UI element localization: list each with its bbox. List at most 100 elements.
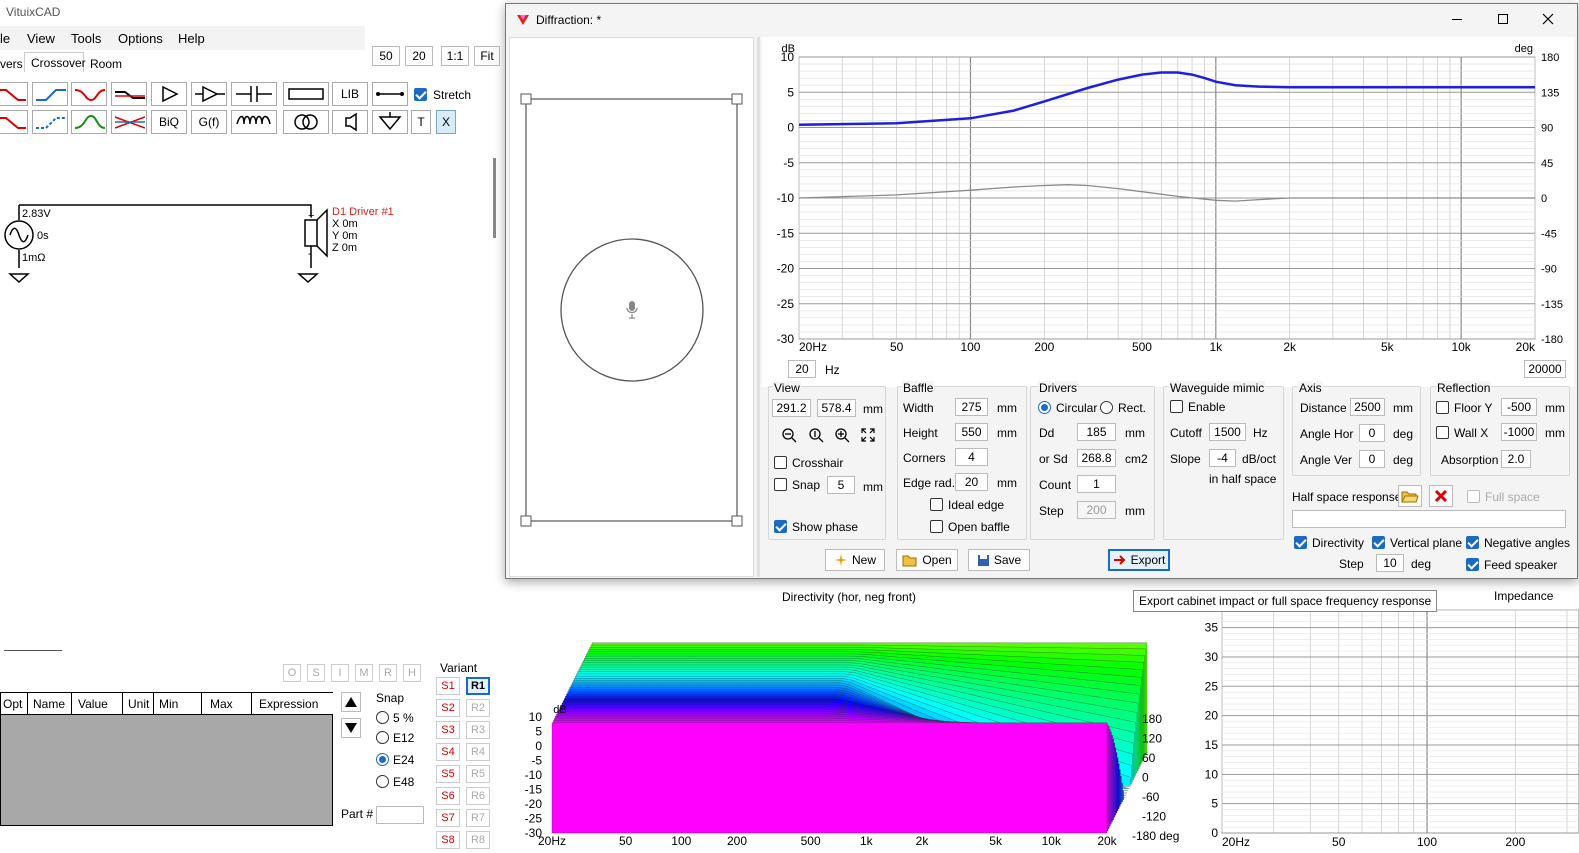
text-tool[interactable]: T — [411, 110, 431, 134]
notch-filter-tool[interactable] — [71, 110, 107, 134]
opt-m-button[interactable]: M — [355, 664, 373, 682]
x-tool[interactable]: X — [436, 110, 456, 134]
snap-5pct-radio[interactable] — [376, 711, 389, 724]
hp-filter-tool[interactable] — [0, 82, 28, 106]
dialog-titlebar[interactable]: Diffraction: * — [506, 4, 1577, 35]
column-header[interactable]: Max — [202, 693, 252, 714]
menu-options[interactable]: Options — [118, 31, 163, 46]
wall-input[interactable]: -1000 — [1501, 423, 1537, 441]
distance-input[interactable]: 2500 — [1350, 398, 1385, 416]
variant-r4-button[interactable]: R4 — [466, 743, 490, 761]
variant-r5-button[interactable]: R5 — [466, 765, 490, 783]
baffle-corners-input[interactable]: 4 — [955, 448, 988, 466]
circular-radio[interactable] — [1038, 401, 1051, 414]
snap-checkbox[interactable] — [774, 478, 787, 491]
menu-view[interactable]: View — [27, 31, 55, 46]
column-header[interactable]: Unit — [123, 693, 154, 714]
resistor-tool[interactable] — [283, 82, 329, 106]
variant-s1-button[interactable]: S1 — [436, 677, 460, 695]
view-y-input[interactable]: 578.4 — [817, 399, 856, 417]
move-down-button[interactable] — [341, 718, 361, 738]
angle-ver-input[interactable]: 0 — [1359, 450, 1385, 468]
wall-checkbox[interactable] — [1436, 426, 1449, 439]
zoom-window-button[interactable] — [806, 426, 826, 444]
negative-angles-checkbox[interactable] — [1466, 536, 1479, 549]
directivity-checkbox[interactable] — [1294, 536, 1307, 549]
baffle-edge-input[interactable]: 20 — [955, 473, 988, 491]
zoom-1to1-button[interactable]: 1:1 — [441, 46, 469, 66]
lp2-filter-tool[interactable] — [32, 110, 68, 134]
maximize-icon[interactable] — [1498, 14, 1508, 24]
buffer-tool[interactable] — [191, 82, 227, 106]
step-input[interactable]: 200 — [1077, 501, 1116, 519]
zoom-in-button[interactable] — [832, 426, 852, 444]
zoom-out-button[interactable] — [779, 426, 799, 444]
column-header[interactable]: Opt — [1, 693, 28, 714]
open-baffle-checkbox[interactable] — [930, 520, 943, 533]
column-header[interactable]: Value — [72, 693, 123, 714]
inductor-tool[interactable] — [231, 110, 277, 134]
bp-filter-tool[interactable] — [71, 82, 107, 106]
minimize-icon[interactable] — [1452, 19, 1462, 20]
opt-i-button[interactable]: I — [331, 664, 349, 682]
tab-room[interactable]: Room — [90, 57, 122, 71]
lib-tool[interactable]: LIB — [332, 82, 368, 106]
zoom-50-button[interactable]: 50 — [372, 46, 400, 66]
zoom-fit-button[interactable]: Fit — [474, 46, 500, 66]
view-x-input[interactable]: 291.2 — [772, 399, 811, 417]
variant-r8-button[interactable]: R8 — [466, 831, 490, 849]
menu-tools[interactable]: Tools — [71, 31, 101, 46]
amplifier-tool[interactable] — [151, 82, 187, 106]
lp-filter-tool[interactable] — [32, 82, 68, 106]
speaker-tool[interactable] — [332, 110, 368, 134]
stretch-checkbox[interactable] — [414, 88, 427, 101]
capacitor-tool[interactable] — [231, 82, 277, 106]
crossover-filter-tool[interactable] — [111, 110, 147, 134]
zoom-20-button[interactable]: 20 — [405, 46, 433, 66]
full-space-checkbox[interactable] — [1467, 490, 1480, 503]
vertical-scrollbar[interactable] — [493, 158, 496, 238]
baffle-preview[interactable] — [509, 37, 754, 577]
shelf-filter-tool[interactable] — [111, 82, 147, 106]
export-button[interactable]: Export — [1108, 549, 1170, 571]
directivity-step-input[interactable]: 10 — [1376, 554, 1404, 572]
opt-h-button[interactable]: H — [403, 664, 421, 682]
snap-value-input[interactable]: 5 — [827, 476, 855, 494]
angle-hor-input[interactable]: 0 — [1359, 424, 1385, 442]
freq-min-input[interactable]: 20 — [788, 360, 816, 378]
variant-s2-button[interactable]: S2 — [436, 699, 460, 717]
variant-s3-button[interactable]: S3 — [436, 721, 460, 739]
baffle-height-input[interactable]: 550 — [955, 423, 988, 441]
splitter-line[interactable] — [4, 650, 62, 651]
frequency-response-chart[interactable]: 1050-5-10-15-20-25-3018013590450-45-90-1… — [762, 37, 1574, 357]
variant-r1-button[interactable]: R1 — [466, 677, 490, 695]
half-space-file-input[interactable] — [1292, 510, 1566, 528]
schematic-canvas[interactable]: 2.83V 0s 1mΩ D1 Driver #1 X 0m Y 0m Z 0m… — [0, 140, 488, 643]
opt-s-button[interactable]: S — [307, 664, 325, 682]
half-space-open-button[interactable] — [1398, 485, 1422, 507]
snap-e12-radio[interactable] — [376, 731, 389, 744]
variant-s8-button[interactable]: S8 — [436, 831, 460, 849]
wire-tool[interactable] — [372, 82, 408, 106]
parameter-table[interactable]: Opt Name Value Unit Min Max Expression — [0, 692, 333, 826]
column-header[interactable]: Name — [28, 693, 72, 714]
hp2-filter-tool[interactable] — [0, 110, 28, 134]
tab-drivers[interactable]: vers — [0, 57, 23, 71]
tab-crossover[interactable]: Crossover — [24, 52, 86, 72]
baffle-width-input[interactable]: 275 — [955, 398, 988, 416]
new-button[interactable]: New — [825, 549, 885, 571]
move-up-button[interactable] — [341, 692, 361, 712]
snap-e48-radio[interactable] — [376, 775, 389, 788]
fit-view-button[interactable] — [858, 426, 878, 444]
snap-e24-radio[interactable] — [376, 753, 389, 766]
variant-r2-button[interactable]: R2 — [466, 699, 490, 717]
variant-s4-button[interactable]: S4 — [436, 743, 460, 761]
column-header[interactable]: Expression — [252, 693, 333, 714]
absorption-input[interactable]: 2.0 — [1501, 450, 1531, 468]
opt-r-button[interactable]: R — [379, 664, 397, 682]
close-icon[interactable] — [1542, 13, 1554, 25]
freq-max-input[interactable]: 20000 — [1524, 360, 1566, 378]
variant-r7-button[interactable]: R7 — [466, 809, 490, 827]
dd-input[interactable]: 185 — [1077, 423, 1116, 441]
show-phase-checkbox[interactable] — [774, 520, 787, 533]
